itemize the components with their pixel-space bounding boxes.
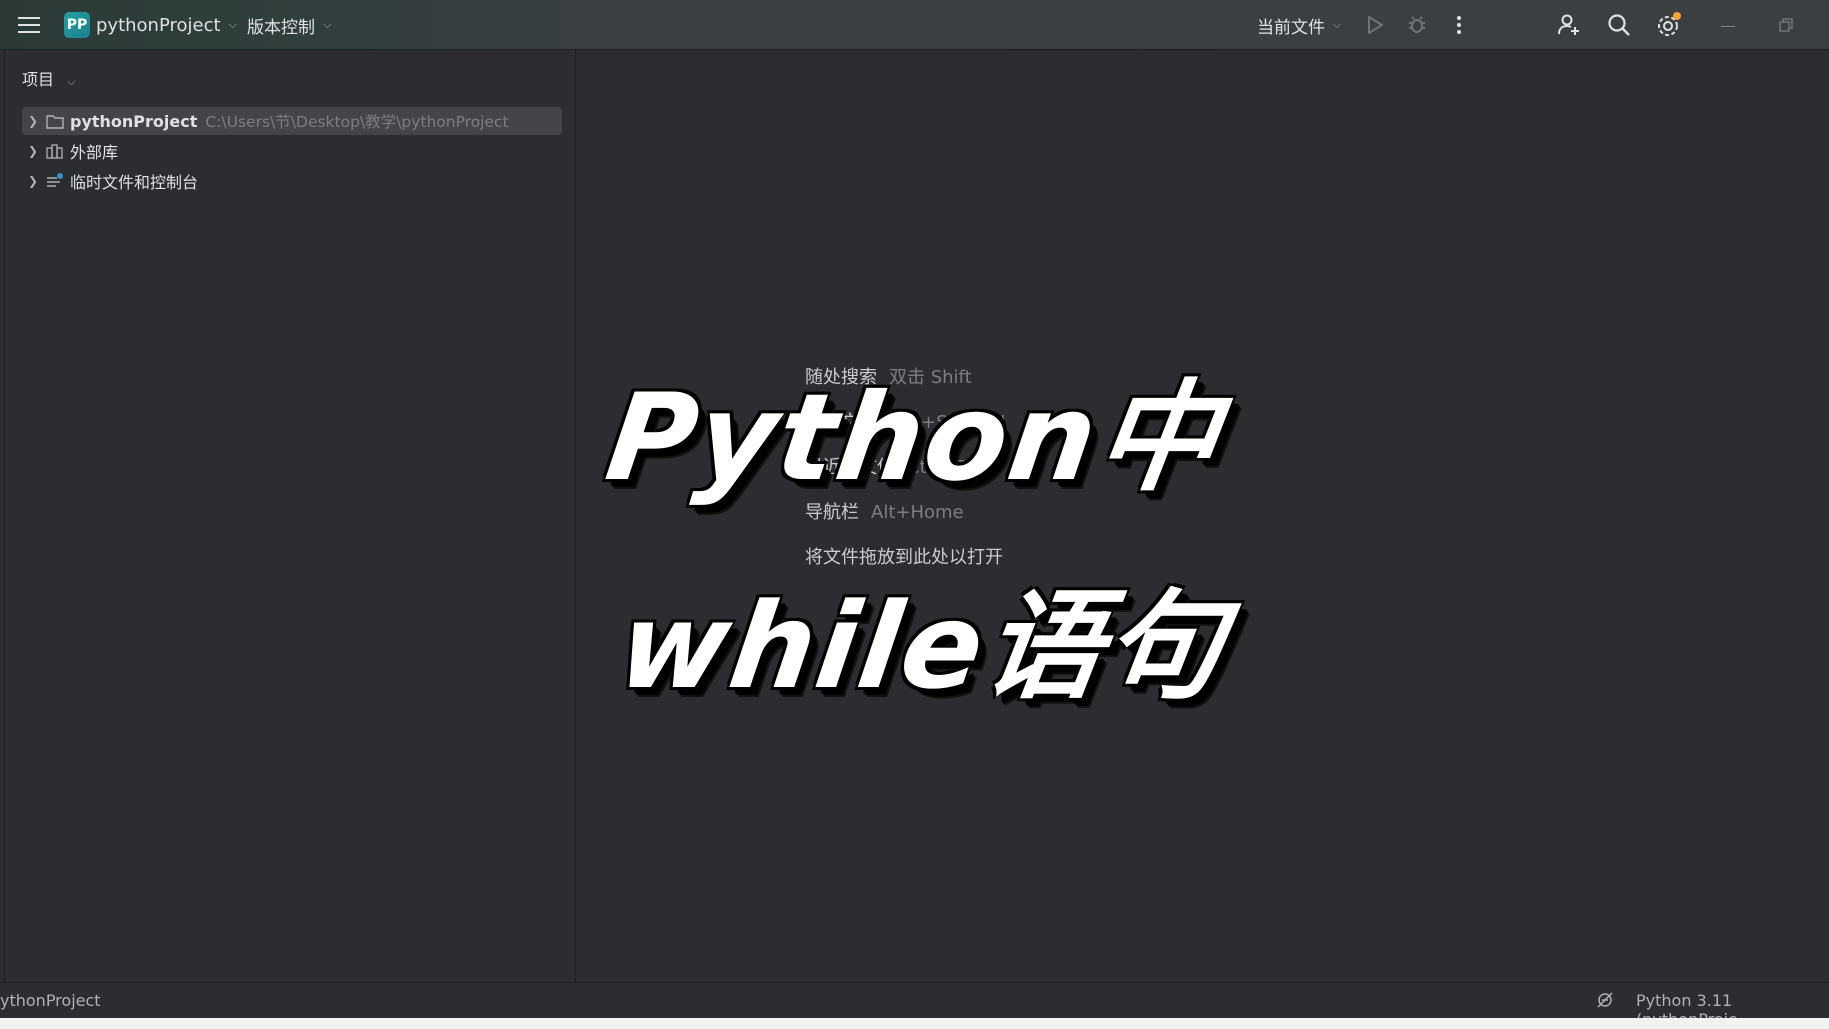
more-vertical-icon [1457,16,1461,34]
restore-button[interactable] [1771,0,1801,50]
project-name: pythonProject [96,14,221,36]
status-bar: ythonProject Python 3.11 (pythonProje [0,982,1829,1029]
add-user-icon [1558,14,1579,35]
no-inspection-icon[interactable] [1596,991,1614,1013]
scratch-console-icon [44,173,66,189]
library-icon [44,143,66,159]
tree-item-label: pythonProject [70,111,198,131]
video-title-line-1: Python中 [598,369,1229,508]
vcs-menu[interactable]: 版本控制 ⌵ [247,0,331,50]
project-selector[interactable]: pythonProject ⌵ [96,0,237,50]
chevron-down-icon: ⌵ [1333,18,1342,31]
chevron-down-icon: ⌵ [67,75,76,88]
minimize-icon: — [1720,15,1736,35]
tree-item-project-root[interactable]: ❯ pythonProject C:\Users\节\Desktop\教学\py… [22,107,562,135]
title-bar: PP pythonProject ⌵ 版本控制 ⌵ 当前文件 ⌵ — [0,0,1829,50]
project-panel-header[interactable]: 项目 ⌵ [22,66,75,90]
video-title-line-2: while语句 [610,577,1235,715]
more-actions-button[interactable] [1442,0,1476,50]
main-menu-button[interactable] [18,0,40,50]
tree-item-label: 临时文件和控制台 [70,173,199,192]
restore-icon [1779,18,1793,32]
editor-area[interactable]: 随处搜索 双击 Shift 转到文件 Ctrl+Shift+N 最近的文件 Ctrl+… [576,50,1829,982]
chevron-right-icon[interactable]: ❯ [22,114,44,128]
bug-icon [1409,16,1425,33]
run-button[interactable] [1358,0,1392,50]
bottom-edge [0,1018,1829,1029]
add-user-button[interactable] [1552,0,1586,50]
status-project-breadcrumb[interactable]: ythonProject [0,991,101,1010]
settings-button[interactable] [1652,0,1686,50]
tree-item-path: C:\Users\节\Desktop\教学\pythonProject [205,113,509,131]
chevron-right-icon[interactable]: ❯ [22,174,44,188]
play-icon [1368,16,1383,34]
run-config-selector[interactable]: 当前文件 ⌵ [1257,0,1341,50]
folder-icon [44,114,66,129]
panel-title: 项目 [22,70,55,89]
minimize-button[interactable]: — [1713,0,1743,50]
tree-item-label: 外部库 [70,143,119,162]
debug-button[interactable] [1400,0,1434,50]
chevron-down-icon: ⌵ [228,18,237,31]
tree-item-external-libraries[interactable]: ❯ 外部库 [22,137,562,165]
search-icon [1608,14,1630,36]
project-logo: PP [64,12,90,38]
hamburger-icon [18,17,40,33]
vcs-label: 版本控制 [247,17,315,38]
search-button[interactable] [1602,0,1636,50]
gear-icon [1658,12,1681,36]
chevron-down-icon: ⌵ [323,18,332,31]
chevron-right-icon[interactable]: ❯ [22,144,44,158]
editor-empty-state: 随处搜索 双击 Shift 转到文件 Ctrl+Shift+N 最近的文件 Ctrl+… [576,50,1829,982]
project-panel: 项目 ⌵ ❯ pythonProject C:\Users\节\Desktop\… [5,50,576,982]
run-config-label: 当前文件 [1257,17,1325,38]
tree-item-scratches[interactable]: ❯ 临时文件和控制台 [22,167,562,195]
